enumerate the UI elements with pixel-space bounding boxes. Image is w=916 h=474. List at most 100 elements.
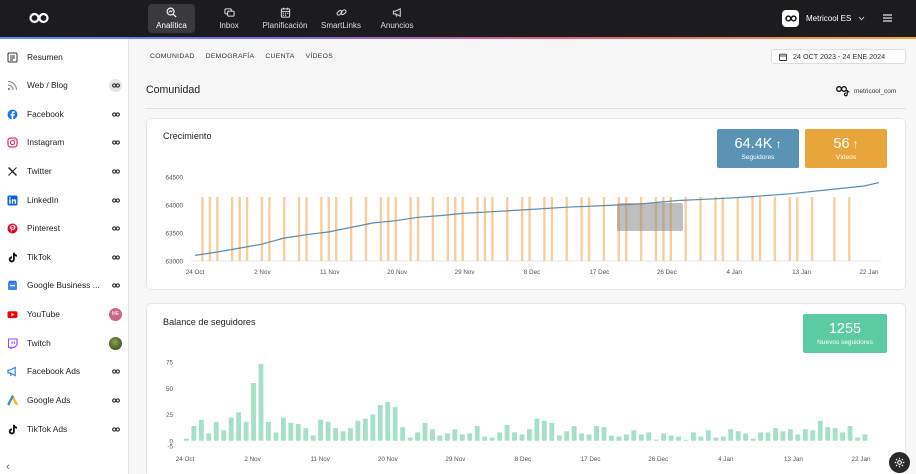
follower-balance-bar [355,420,361,441]
sidebar-item-facebook[interactable]: Facebook [0,100,129,128]
video-bar [268,197,271,261]
sidebar-label: Facebook [27,109,64,119]
balance-chart[interactable]: -5025507524 Oct 2 Nov 11 Nov 20 Nov 29 Nov 8 … [147,354,887,474]
follower-balance-bar [489,437,495,441]
follower-balance-bar [273,432,279,441]
y-tick-label: 63500 [165,231,183,238]
x-tick-label: 22 Jan [852,456,871,463]
tab-videos[interactable]: VÍDEOS [306,53,333,60]
video-bar [848,197,851,261]
sidebar-item-facebook-ads[interactable]: Facebook Ads [0,357,129,385]
x-tick-label: 4 Jan [726,269,742,276]
video-bar [327,197,331,261]
nav-inbox[interactable]: Inbox [210,4,248,33]
video-bar [602,197,606,261]
x-tick-label: 29 Nov [455,269,476,276]
tab-comunidad[interactable]: COMUNIDAD [150,53,195,60]
metricool-logo[interactable] [29,12,49,24]
follower-balance-bar [318,419,324,441]
account-avatar [782,10,799,27]
chevron-down-icon [858,16,865,21]
follower-balance-bar [348,428,353,441]
sidebar-item-linkedin[interactable]: LinkedIn [0,186,129,214]
followers-value: 64.4K [734,136,773,152]
follower-balance-bar [310,435,316,441]
tab-demografia[interactable]: DEMOGRAFÍA [206,53,255,60]
arrow-up-icon: ↑ [775,137,782,151]
video-bar [379,197,383,261]
sidebar-item-resumen[interactable]: Resumen [0,43,129,71]
google-ads-icon [7,394,18,405]
followers-value-row: 64.4K ↑ [735,136,782,152]
sidebar-item-web-blog[interactable]: Web / Blog [0,71,129,99]
video-bar [201,197,204,261]
sidebar-item-google-ads[interactable]: Google Ads [0,386,129,414]
nav-smartlinks[interactable]: SmartLinks [318,4,364,33]
instagram-icon [7,136,18,148]
follower-balance-bar [840,432,846,441]
follower-balance-bar [728,429,734,441]
video-bar [758,197,762,261]
sidebar-item-tiktok-ads[interactable]: TikTok Ads [0,415,129,443]
follower-balance-bar [817,420,823,441]
sidebar-item-youtube[interactable]: YouTube ME [0,300,129,328]
x-tick-label: 17 Dec [581,456,601,463]
nav-ads[interactable]: Anuncios [376,4,418,33]
follower-balance-bar [415,432,421,441]
nav-planning[interactable]: Planificación [259,4,311,33]
follower-balance-bar [735,431,741,441]
sidebar-item-google-business[interactable]: Google Business ... [0,271,129,299]
sidebar-label: Facebook Ads [27,366,81,376]
follower-balance-bar [586,434,592,441]
nav-analytics[interactable]: Analítica [148,4,195,33]
account-selector[interactable]: Metricool ES [782,10,865,27]
sidebar-item-tiktok[interactable]: TikTok [0,243,129,271]
date-range-picker[interactable]: 24 OCT 2023 - 24 ENE 2024 [771,49,906,64]
sidebar-item-pinterest[interactable]: Pinterest [0,214,129,242]
video-bar [335,197,338,261]
sidebar-item-instagram[interactable]: Instagram [0,128,129,156]
follower-balance-bar [198,419,204,441]
x-icon [8,166,17,176]
y-tick-label: 25 [166,412,174,419]
video-bar [446,197,449,261]
video-bar [736,197,739,261]
sidebar-label: Twitter [27,166,52,176]
sidebar-item-twitch[interactable]: Twitch [0,329,129,357]
sidebar-label: Google Business ... [27,280,100,290]
growth-chart[interactable]: 63000 63500 64000 64500 24 Oct 2 Nov 11 Nov 20 … [147,167,887,287]
video-bar [349,197,353,261]
video-bar [520,197,524,261]
videos-stat[interactable]: 56 ↑ Vídeos [805,129,887,168]
hamburger-menu-icon[interactable] [883,13,892,23]
x-tick-label: 20 Nov [378,456,399,463]
follower-balance-bar [698,436,704,441]
follower-balance-bar [437,435,443,441]
follower-balance-bar [534,418,540,441]
follower-balance-bar [251,383,256,441]
new-followers-stat[interactable]: 1255 Nuevos seguidores [803,314,887,353]
follower-balance-bar [228,417,234,441]
followers-stat[interactable]: 64.4K ↑ Seguidores [717,129,799,168]
video-bar [297,197,301,261]
sidebar-item-twitter[interactable]: Twitter [0,157,129,185]
video-bar [245,197,249,261]
follower-balance-bar [295,423,301,441]
growth-card-title: Crecimiento [163,131,212,141]
follower-balance-bar [236,412,242,441]
page-title: Comunidad [146,84,201,96]
collapse-sidebar-icon[interactable]: ‹ [6,461,10,473]
settings-button[interactable] [889,452,910,473]
follower-balance-bar [787,429,793,441]
follower-balance-bar [780,431,786,441]
follower-balance-bar [556,435,562,441]
megaphone-icon [392,8,401,17]
account-badge [109,222,122,235]
video-bar [230,197,234,261]
tab-cuenta[interactable]: CUENTA [265,53,294,60]
follower-balance-bar [765,432,771,441]
video-bar [454,197,457,261]
account-badge [109,365,122,378]
x-tick-label: 24 Oct [176,456,195,463]
video-bar [751,197,754,261]
